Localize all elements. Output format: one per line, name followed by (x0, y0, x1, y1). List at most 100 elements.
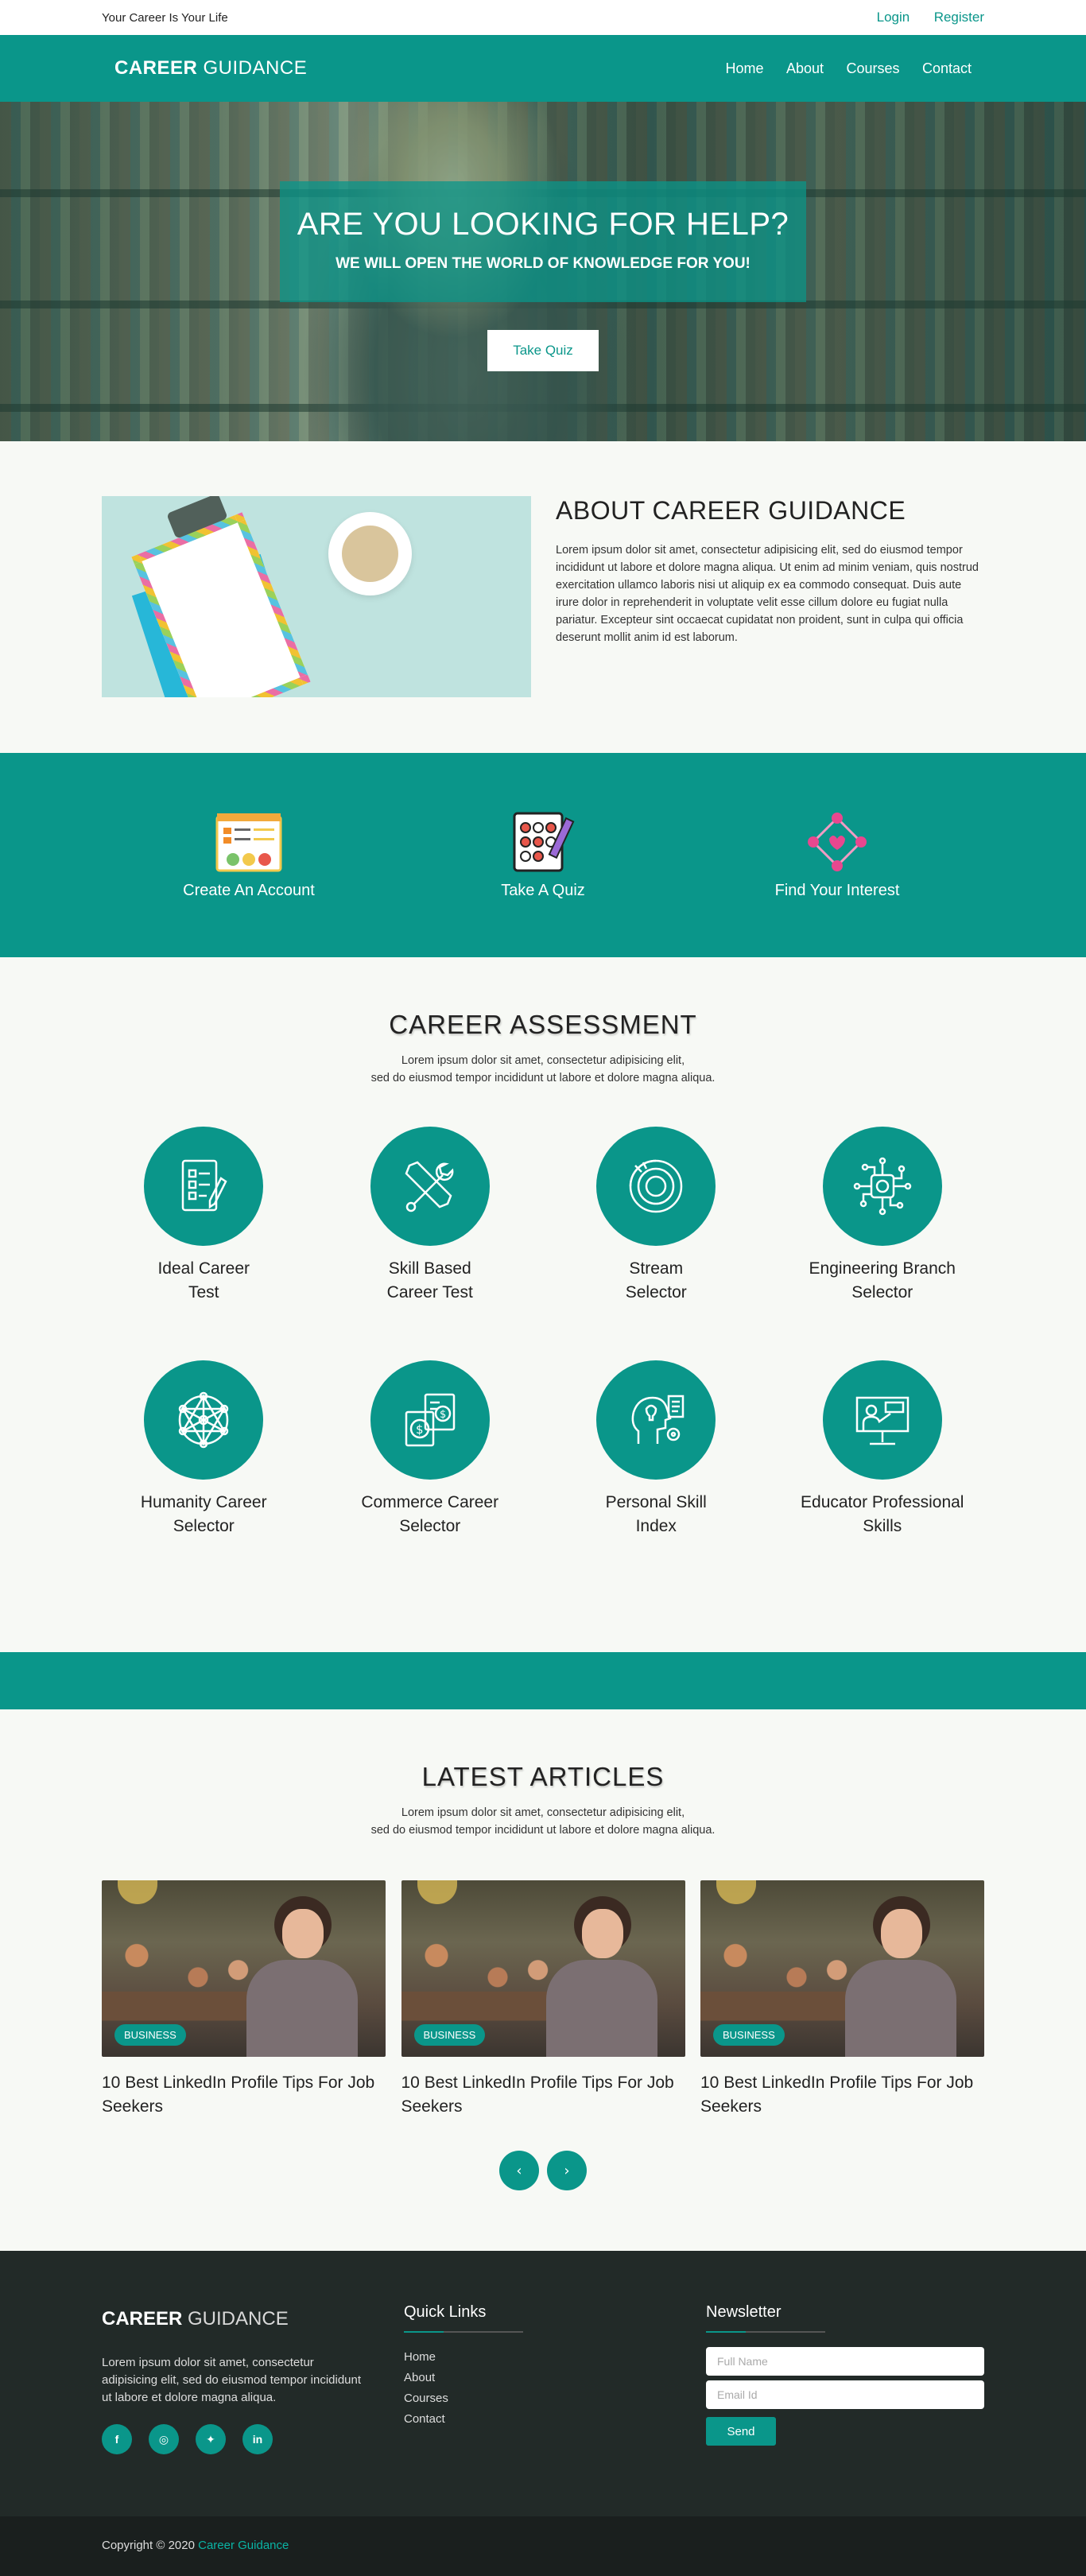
copyright-bar: Copyright © 2020 Career Guidance (0, 2516, 1086, 2576)
tool-label-line: Test (188, 1283, 219, 1302)
login-link[interactable]: Login (877, 10, 910, 25)
step-label: Take A Quiz (501, 882, 585, 899)
tool-label: Personal Skill Index (543, 1491, 770, 1538)
divider-band (0, 1652, 1086, 1709)
quick-links-heading: Quick Links (404, 2303, 487, 2321)
footer-link-home[interactable]: Home (404, 2350, 706, 2364)
tool-educator-professional-skills[interactable]: Educator Professional Skills (770, 1360, 996, 1538)
section-title: LATEST ARTICLES (421, 1762, 665, 1791)
money-document-icon: $ $ (370, 1360, 490, 1480)
lamp-shape (716, 1880, 756, 1904)
subtitle-line: Lorem ipsum dolor sit amet, consectetur … (401, 1806, 685, 1819)
tool-ideal-career-test[interactable]: Ideal Career Test (91, 1127, 317, 1305)
footer-newsletter: Newsletter Send (706, 2303, 984, 2454)
take-quiz-button[interactable]: Take Quiz (487, 330, 599, 371)
full-name-input[interactable] (706, 2347, 984, 2376)
nav-contact[interactable]: Contact (922, 60, 972, 76)
article-card[interactable]: BUSINESS 10 Best LinkedIn Profile Tips F… (102, 1880, 386, 2119)
head-idea-icon (596, 1360, 716, 1480)
category-badge[interactable]: BUSINESS (413, 2024, 486, 2046)
tool-label-line: Personal Skill (605, 1493, 707, 1511)
copyright-brand-link[interactable]: Career Guidance (198, 2539, 289, 2552)
hero-banner: ARE YOU LOOKING FOR HELP? WE WILL OPEN T… (0, 102, 1086, 441)
assessment-grid: Ideal Career Test Skill Based Career Tes… (91, 1127, 995, 1538)
tool-label-line: Humanity Career (140, 1493, 267, 1511)
tool-label-line: Selector (851, 1283, 913, 1302)
tool-label: Humanity Career Selector (91, 1491, 317, 1538)
tool-stream-selector[interactable]: Stream Selector (543, 1127, 770, 1305)
tool-humanity-career-selector[interactable]: Humanity Career Selector (91, 1360, 317, 1538)
tool-label-line: Engineering Branch (809, 1259, 956, 1278)
prev-button[interactable]: ‹ (499, 2151, 539, 2190)
tool-label: Commerce Career Selector (317, 1491, 544, 1538)
footer-link-about[interactable]: About (404, 2371, 706, 2384)
send-button[interactable]: Send (706, 2417, 776, 2446)
footer-link-contact[interactable]: Contact (404, 2412, 706, 2426)
tool-personal-skill-index[interactable]: Personal Skill Index (543, 1360, 770, 1538)
section-subtitle: Lorem ipsum dolor sit amet, consectetur … (0, 1052, 1086, 1087)
logo-bold: CAREER (114, 57, 198, 79)
copyright-text: Copyright © 2020 (102, 2539, 195, 2552)
footer-about: CAREER GUIDANCE Lorem ipsum dolor sit am… (102, 2308, 404, 2454)
next-button[interactable]: › (547, 2151, 587, 2190)
facebook-icon[interactable]: f (102, 2424, 132, 2454)
tool-commerce-career-selector[interactable]: $ $ Commerce Career Selector (317, 1360, 544, 1538)
article-title[interactable]: 10 Best LinkedIn Profile Tips For Job Se… (401, 2071, 685, 2119)
article-image: BUSINESS (700, 1880, 984, 2057)
tagline: Your Career Is Your Life (102, 10, 228, 25)
circuit-brain-icon (822, 1127, 942, 1246)
nav-home[interactable]: Home (726, 60, 764, 76)
woman-shape (242, 1896, 362, 2057)
tool-label: Stream Selector (543, 1257, 770, 1305)
category-badge[interactable]: BUSINESS (713, 2024, 785, 2046)
article-card[interactable]: BUSINESS 10 Best LinkedIn Profile Tips F… (401, 1880, 685, 2119)
woman-shape (542, 1896, 661, 2057)
network-icon (144, 1360, 264, 1480)
article-title[interactable]: 10 Best LinkedIn Profile Tips For Job Se… (700, 2071, 984, 2119)
step-take-quiz[interactable]: Take A Quiz (396, 810, 690, 900)
article-card[interactable]: BUSINESS 10 Best LinkedIn Profile Tips F… (700, 1880, 984, 2119)
tool-label-line: Career Test (386, 1283, 473, 1302)
logo[interactable]: CAREER GUIDANCE (114, 57, 307, 80)
subtitle-line: sed do eiusmod tempor incididunt ut labo… (370, 1824, 716, 1837)
tool-label-line: Educator Professional (801, 1493, 964, 1511)
latest-articles-section: LATEST ARTICLES Lorem ipsum dolor sit am… (0, 1709, 1086, 2251)
article-title[interactable]: 10 Best LinkedIn Profile Tips For Job Se… (102, 2071, 386, 2119)
woman-face-shape (282, 1909, 324, 1958)
lamp-shape (417, 1880, 457, 1904)
nav-about[interactable]: About (786, 60, 824, 76)
footer: CAREER GUIDANCE Lorem ipsum dolor sit am… (0, 2251, 1086, 2516)
tool-engineering-branch-selector[interactable]: Engineering Branch Selector (770, 1127, 996, 1305)
tools-icon (370, 1127, 490, 1246)
hero-subtitle: WE WILL OPEN THE WORLD OF KNOWLEDGE FOR … (335, 255, 751, 272)
woman-shape (841, 1896, 960, 2057)
email-input[interactable] (706, 2380, 984, 2409)
about-title: ABOUT CAREER GUIDANCE (556, 496, 906, 525)
section-title: CAREER ASSESSMENT (389, 1010, 697, 1039)
logo-light: GUIDANCE (203, 57, 308, 79)
linkedin-icon[interactable]: in (242, 2424, 273, 2454)
checklist-pencil-icon (144, 1127, 264, 1246)
footer-logo[interactable]: CAREER GUIDANCE (102, 2308, 404, 2330)
teacher-board-icon (822, 1360, 942, 1480)
article-image: BUSINESS (401, 1880, 685, 2057)
instagram-icon[interactable]: ◎ (149, 2424, 179, 2454)
step-find-interest[interactable]: Find Your Interest (690, 810, 984, 900)
lamp-shape (118, 1880, 157, 1904)
tool-label-line: Selector (399, 1517, 461, 1535)
footer-description: Lorem ipsum dolor sit amet, consectetur … (102, 2356, 362, 2404)
about-section: ABOUT CAREER GUIDANCE Lorem ipsum dolor … (0, 441, 1086, 753)
step-create-account[interactable]: Create An Account (102, 810, 396, 900)
carousel-pager: ‹ › (0, 2151, 1086, 2190)
footer-link-courses[interactable]: Courses (404, 2392, 706, 2405)
register-link[interactable]: Register (934, 10, 984, 25)
article-image: BUSINESS (102, 1880, 386, 2057)
newsletter-heading: Newsletter (706, 2303, 782, 2321)
woman-face-shape (581, 1909, 623, 1958)
steps-section: Create An Account Take A Quiz Find Your … (0, 753, 1086, 957)
twitter-icon[interactable]: ✦ (196, 2424, 226, 2454)
tool-label-line: Selector (173, 1517, 235, 1535)
category-badge[interactable]: BUSINESS (114, 2024, 186, 2046)
nav-courses[interactable]: Courses (846, 60, 899, 76)
tool-skill-based-career-test[interactable]: Skill Based Career Test (317, 1127, 544, 1305)
